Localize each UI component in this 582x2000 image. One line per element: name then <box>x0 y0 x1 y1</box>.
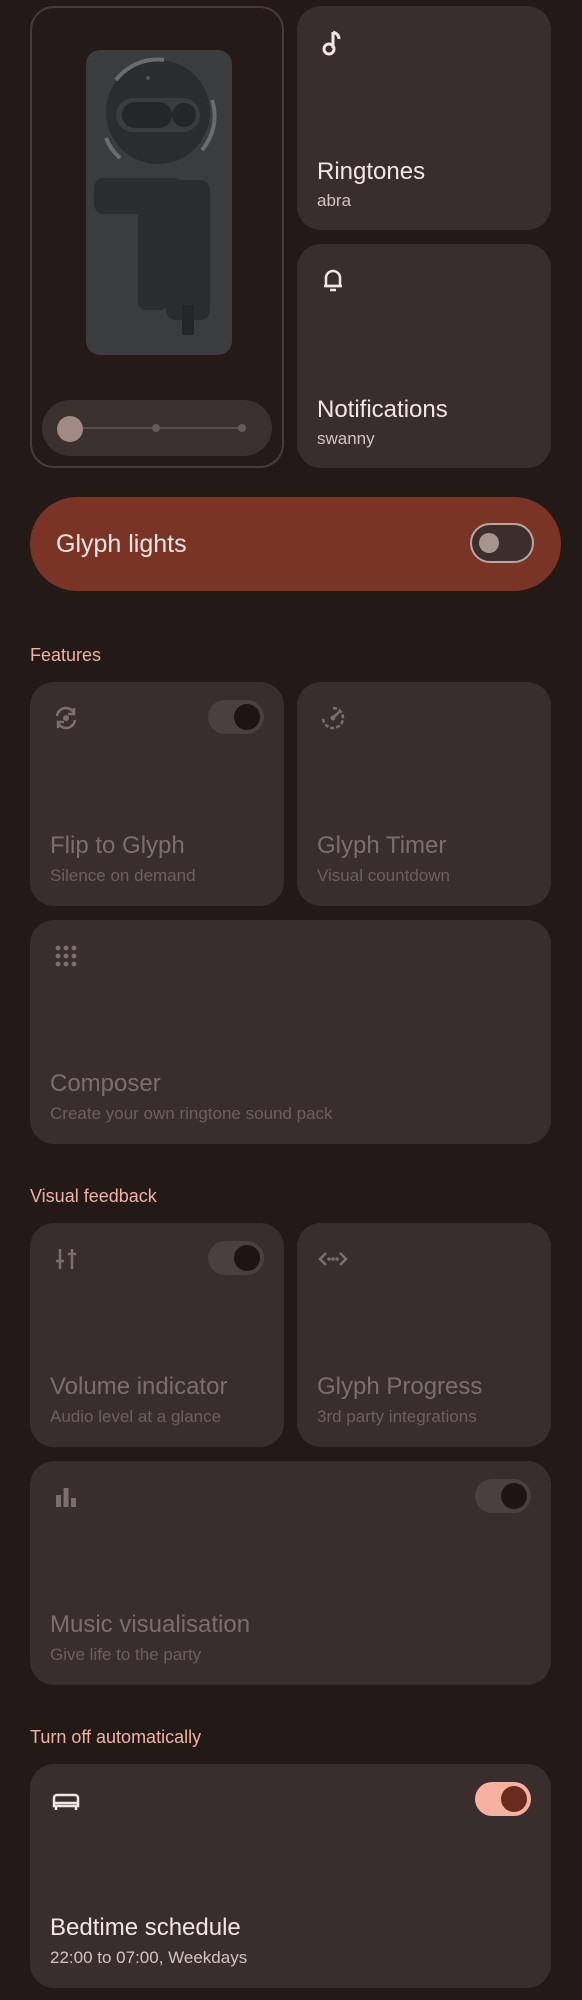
glyph-timer-title: Glyph Timer <box>317 832 447 859</box>
section-turn-off-automatically: Turn off automatically <box>30 1727 202 1747</box>
flip-to-glyph-subtitle: Silence on demand <box>50 866 196 885</box>
glyph-timer-tile[interactable]: Glyph Timer Visual countdown <box>297 682 551 906</box>
phone-glyph-illustration <box>86 50 232 355</box>
flip-to-glyph-switch[interactable] <box>208 700 264 734</box>
slider-knob[interactable] <box>57 416 83 442</box>
code-arrows-icon <box>318 1252 348 1266</box>
music-note-icon <box>322 30 341 56</box>
music-visualisation-tile[interactable]: Music visualisation Give life to the par… <box>30 1461 551 1685</box>
bedtime-schedule-tile[interactable]: Bedtime schedule 22:00 to 07:00, Weekday… <box>30 1764 551 1988</box>
bedtime-schedule-switch[interactable] <box>475 1782 531 1816</box>
bedtime-schedule-subtitle: 22:00 to 07:00, Weekdays <box>50 1948 248 1967</box>
glyph-preview-card <box>30 6 284 468</box>
section-features: Features <box>30 645 102 665</box>
bell-icon <box>324 269 342 292</box>
flip-to-glyph-tile[interactable]: Flip to Glyph Silence on demand <box>30 682 284 906</box>
grid-dots-icon <box>55 945 77 967</box>
composer-title: Composer <box>50 1070 161 1097</box>
ringtones-subtitle: abra <box>317 191 352 210</box>
glyph-progress-tile[interactable]: Glyph Progress 3rd party integrations <box>297 1223 551 1447</box>
volume-indicator-title: Volume indicator <box>50 1373 228 1400</box>
music-visualisation-title: Music visualisation <box>50 1611 251 1638</box>
switch-knob <box>234 1245 260 1271</box>
switch-knob <box>479 533 499 553</box>
glyph-pattern-icon <box>94 57 217 335</box>
glyph-lights-switch[interactable] <box>470 523 534 563</box>
composer-subtitle: Create your own ringtone sound pack <box>50 1104 333 1123</box>
glyph-lights-toggle-row[interactable]: Glyph lights <box>30 497 561 591</box>
flip-to-glyph-title: Flip to Glyph <box>50 832 185 859</box>
ringtones-tile[interactable]: Ringtones abra <box>297 6 551 230</box>
switch-knob <box>501 1483 527 1509</box>
section-visual-feedback: Visual feedback <box>30 1186 157 1206</box>
glyph-timer-subtitle: Visual countdown <box>317 866 450 885</box>
brightness-slider[interactable] <box>42 400 272 456</box>
flip-icon <box>55 706 77 730</box>
sliders-icon <box>56 1249 76 1269</box>
glyph-progress-title: Glyph Progress <box>317 1373 483 1400</box>
glyph-lights-label: Glyph lights <box>56 530 187 558</box>
composer-tile[interactable]: Composer Create your own ringtone sound … <box>30 920 551 1144</box>
music-visualisation-switch[interactable] <box>475 1479 531 1513</box>
notifications-tile[interactable]: Notifications swanny <box>297 244 551 468</box>
music-visualisation-subtitle: Give life to the party <box>50 1645 202 1664</box>
bar-chart-icon <box>56 1488 76 1507</box>
notifications-subtitle: swanny <box>317 429 375 448</box>
bedtime-schedule-title: Bedtime schedule <box>50 1914 241 1941</box>
switch-knob <box>501 1786 527 1812</box>
slider-step-dot <box>238 424 246 432</box>
glyph-progress-subtitle: 3rd party integrations <box>317 1407 477 1426</box>
slider-step-dot <box>152 424 160 432</box>
notifications-title: Notifications <box>317 396 448 423</box>
volume-indicator-subtitle: Audio level at a glance <box>50 1407 222 1426</box>
ringtones-title: Ringtones <box>317 158 426 185</box>
switch-knob <box>234 704 260 730</box>
timer-icon <box>321 706 345 730</box>
volume-indicator-switch[interactable] <box>208 1241 264 1275</box>
bed-icon <box>52 1793 80 1810</box>
volume-indicator-tile[interactable]: Volume indicator Audio level at a glance <box>30 1223 284 1447</box>
